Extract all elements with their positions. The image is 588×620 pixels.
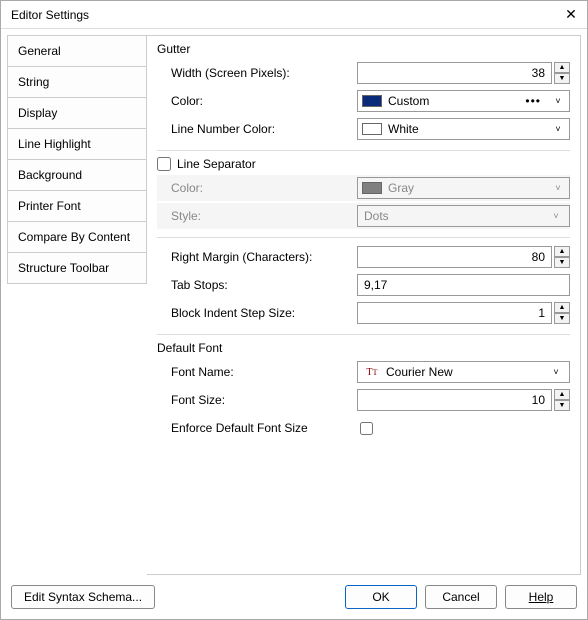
chevron-down-icon: ˅ [551, 124, 565, 134]
sidebar-item-label: Background [18, 168, 82, 182]
right-margin-row: Right Margin (Characters): ▲ ▼ [157, 244, 570, 270]
block-indent-row: Block Indent Step Size: ▲ ▼ [157, 300, 570, 326]
chevron-down-icon: ˅ [551, 96, 565, 106]
sidebar-item-string[interactable]: String [7, 66, 147, 97]
font-size-spinner: ▲ ▼ [554, 389, 570, 411]
spinner-down-icon[interactable]: ▼ [554, 73, 570, 84]
line-separator-color-label: Color: [157, 181, 357, 195]
chevron-down-icon: ˅ [549, 211, 563, 221]
line-separator-color-row: Color: Gray ˅ [157, 175, 570, 201]
sidebar-item-label: String [18, 75, 49, 89]
edit-syntax-schema-button[interactable]: Edit Syntax Schema... [11, 585, 155, 609]
font-size-input[interactable] [357, 389, 552, 411]
help-button[interactable]: Help [505, 585, 577, 609]
sidebar-item-line-highlight[interactable]: Line Highlight [7, 128, 147, 159]
help-button-label: Help [529, 590, 554, 604]
sidebar-item-printer-font[interactable]: Printer Font [7, 190, 147, 221]
sidebar-item-label: Printer Font [18, 199, 81, 213]
color-swatch-icon [362, 123, 382, 135]
font-size-label: Font Size: [157, 393, 357, 407]
content-area: General String Display Line Highlight Ba… [1, 29, 587, 575]
line-separator-row: Line Separator [157, 157, 570, 171]
line-separator-style-select: Dots ˅ [357, 205, 570, 227]
gutter-group-label: Gutter [157, 42, 570, 56]
editor-settings-window: Editor Settings ✕ General String Display… [0, 0, 588, 620]
tab-stops-row: Tab Stops: [157, 272, 570, 298]
enforce-font-checkbox[interactable] [360, 422, 373, 435]
tab-stops-input[interactable] [357, 274, 570, 296]
close-button[interactable]: ✕ [561, 5, 581, 25]
main-panel: Gutter Width (Screen Pixels): ▲ ▼ Color: [147, 35, 581, 575]
separator [157, 237, 570, 238]
right-margin-label: Right Margin (Characters): [157, 250, 357, 264]
spinner-down-icon[interactable]: ▼ [554, 400, 570, 411]
sidebar-item-label: Compare By Content [18, 230, 130, 244]
gutter-color-row: Color: Custom ••• ˅ [157, 88, 570, 114]
enforce-font-row: Enforce Default Font Size [157, 415, 570, 441]
right-margin-spinner: ▲ ▼ [554, 246, 570, 268]
gutter-color-label: Color: [157, 94, 357, 108]
gutter-width-spinner: ▲ ▼ [554, 62, 570, 84]
footer: Edit Syntax Schema... OK Cancel Help [1, 575, 587, 619]
sidebar-item-label: Display [18, 106, 57, 120]
titlebar: Editor Settings ✕ [1, 1, 587, 29]
line-number-color-value: White [388, 122, 545, 136]
gutter-color-select[interactable]: Custom ••• ˅ [357, 90, 570, 112]
font-type-icon: TT [364, 365, 380, 379]
line-separator-label: Line Separator [177, 157, 256, 171]
spinner-down-icon[interactable]: ▼ [554, 257, 570, 268]
line-number-color-label: Line Number Color: [157, 122, 357, 136]
block-indent-label: Block Indent Step Size: [157, 306, 357, 320]
chevron-down-icon: ˅ [549, 367, 563, 377]
sidebar-item-structure-toolbar[interactable]: Structure Toolbar [7, 252, 147, 284]
sidebar-item-general[interactable]: General [7, 35, 147, 66]
gutter-width-input[interactable] [357, 62, 552, 84]
gutter-width-row: Width (Screen Pixels): ▲ ▼ [157, 60, 570, 86]
default-font-label: Default Font [157, 341, 570, 355]
line-separator-style-row: Style: Dots ˅ [157, 203, 570, 229]
sidebar-item-background[interactable]: Background [7, 159, 147, 190]
font-name-value: Courier New [386, 365, 543, 379]
line-separator-style-label: Style: [157, 209, 357, 223]
right-margin-input[interactable] [357, 246, 552, 268]
gutter-width-label: Width (Screen Pixels): [157, 66, 357, 80]
enforce-font-label: Enforce Default Font Size [157, 421, 357, 435]
spinner-up-icon[interactable]: ▲ [554, 302, 570, 313]
line-separator-color-select: Gray ˅ [357, 177, 570, 199]
spinner-down-icon[interactable]: ▼ [554, 313, 570, 324]
sidebar-item-display[interactable]: Display [7, 97, 147, 128]
tab-stops-label: Tab Stops: [157, 278, 357, 292]
spinner-up-icon[interactable]: ▲ [554, 246, 570, 257]
font-name-label: Font Name: [157, 365, 357, 379]
block-indent-input[interactable] [357, 302, 552, 324]
block-indent-spinner: ▲ ▼ [554, 302, 570, 324]
font-size-row: Font Size: ▲ ▼ [157, 387, 570, 413]
chevron-down-icon: ˅ [551, 183, 565, 193]
separator [157, 150, 570, 151]
ellipsis-icon: ••• [525, 94, 541, 108]
sidebar: General String Display Line Highlight Ba… [7, 35, 147, 575]
separator [157, 334, 570, 335]
line-separator-style-value: Dots [364, 209, 543, 223]
line-separator-color-value: Gray [388, 181, 545, 195]
cancel-button[interactable]: Cancel [425, 585, 497, 609]
sidebar-item-label: Line Highlight [18, 137, 91, 151]
sidebar-item-label: Structure Toolbar [18, 261, 109, 275]
line-number-color-select[interactable]: White ˅ [357, 118, 570, 140]
color-swatch-icon [362, 95, 382, 107]
ok-button[interactable]: OK [345, 585, 417, 609]
sidebar-item-label: General [18, 44, 61, 58]
line-number-color-row: Line Number Color: White ˅ [157, 116, 570, 142]
font-name-row: Font Name: TT Courier New ˅ [157, 359, 570, 385]
color-swatch-icon [362, 182, 382, 194]
spinner-up-icon[interactable]: ▲ [554, 62, 570, 73]
sidebar-item-compare-by-content[interactable]: Compare By Content [7, 221, 147, 252]
font-name-select[interactable]: TT Courier New ˅ [357, 361, 570, 383]
line-separator-checkbox[interactable] [157, 157, 171, 171]
window-title: Editor Settings [11, 8, 89, 22]
gutter-color-value: Custom [388, 94, 519, 108]
spinner-up-icon[interactable]: ▲ [554, 389, 570, 400]
